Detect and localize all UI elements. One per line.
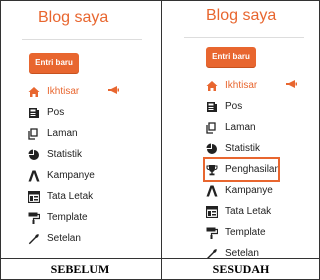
sidebar-item-statistik[interactable]: Statistik [28,144,158,165]
sidebar-item-label: Ikhtisar [47,86,80,97]
sidebar-item-label: Penghasilan [225,164,281,175]
comparison-frame: Blog saya Entri baru Ikhtisar Pos Laman … [0,0,320,280]
caption-before: SEBELUM [50,262,110,276]
sidebar-item-label: Ikhtisar [225,80,258,91]
divider [184,37,304,38]
sidebar-item-label: Pos [225,101,243,112]
sidebar-item-label: Laman [225,122,256,133]
caption-after: SESUDAH [161,259,320,280]
sidebar-item-tata-letak[interactable]: Tata Letak [28,186,158,207]
new-entry-button[interactable]: Entri baru [29,53,79,73]
sidebar-item-label: Template [47,212,88,223]
sidebar-item-pos[interactable]: Pos [206,96,320,117]
sidebar-item-label: Setelan [47,233,81,244]
sidebar-item-setelan[interactable]: Setelan [28,228,158,249]
sidebar-item-label: Statistik [47,149,83,160]
paint-roller-icon [206,227,218,239]
before-panel: Blog saya Entri baru Ikhtisar Pos Laman … [2,1,160,258]
home-icon [206,80,218,92]
layout-icon [206,205,218,218]
megaphone-icon [108,86,119,94]
sidebar-item-label: Laman [47,128,78,139]
megaphone-icon [286,80,297,88]
blog-title[interactable]: Blog saya [206,7,276,25]
pie-chart-icon [28,149,40,161]
sidebar-item-label: Template [225,227,266,238]
sidebar-item-statistik[interactable]: Statistik [206,138,320,159]
sidebar-menu: Ikhtisar Pos Laman [28,81,158,249]
home-icon [28,86,40,98]
pages-icon [206,121,218,134]
sidebar-item-label: Tata Letak [47,191,94,202]
caption-row: SEBELUM SESUDAH [1,258,319,280]
new-entry-button[interactable]: Entri baru [206,47,256,67]
sidebar-item-pos[interactable]: Pos [28,102,158,123]
campaign-icon [206,185,218,197]
posts-icon [206,101,218,113]
wrench-icon [206,248,218,258]
sidebar-item-template[interactable]: Template [28,207,158,228]
sidebar-item-ikhtisar[interactable]: Ikhtisar [206,75,320,96]
sidebar-item-label: Setelan [225,248,259,258]
pages-icon [28,127,40,140]
sidebar-item-label: Tata Letak [225,206,272,217]
sidebar-menu: Ikhtisar Pos Laman [203,75,320,258]
sidebar-item-tata-letak[interactable]: Tata Letak [206,201,320,222]
paint-roller-icon [28,212,40,224]
sidebar-item-laman[interactable]: Laman [206,117,320,138]
sidebar-item-ikhtisar[interactable]: Ikhtisar [28,81,158,102]
sidebar-item-laman[interactable]: Laman [28,123,158,144]
trophy-icon [206,164,218,176]
divider [22,39,142,40]
sidebar-item-label: Kampanye [225,185,273,196]
campaign-icon [28,170,40,182]
sidebar-item-setelan[interactable]: Setelan [206,243,320,258]
sidebar-item-penghasilan[interactable]: Penghasilan [203,157,281,182]
sidebar-item-label: Kampanye [47,170,95,181]
sidebar-item-label: Pos [47,107,65,118]
sidebar-item-kampanye[interactable]: Kampanye [206,180,320,201]
sidebar-item-kampanye[interactable]: Kampanye [28,165,158,186]
sidebar-item-template[interactable]: Template [206,222,320,243]
pie-chart-icon [206,143,218,155]
after-panel: Blog saya Entri baru Ikhtisar Pos Laman … [161,1,320,258]
blog-title[interactable]: Blog saya [38,9,108,27]
wrench-icon [28,233,40,245]
layout-icon [28,190,40,203]
posts-icon [28,107,40,119]
sidebar-item-label: Statistik [225,143,261,154]
